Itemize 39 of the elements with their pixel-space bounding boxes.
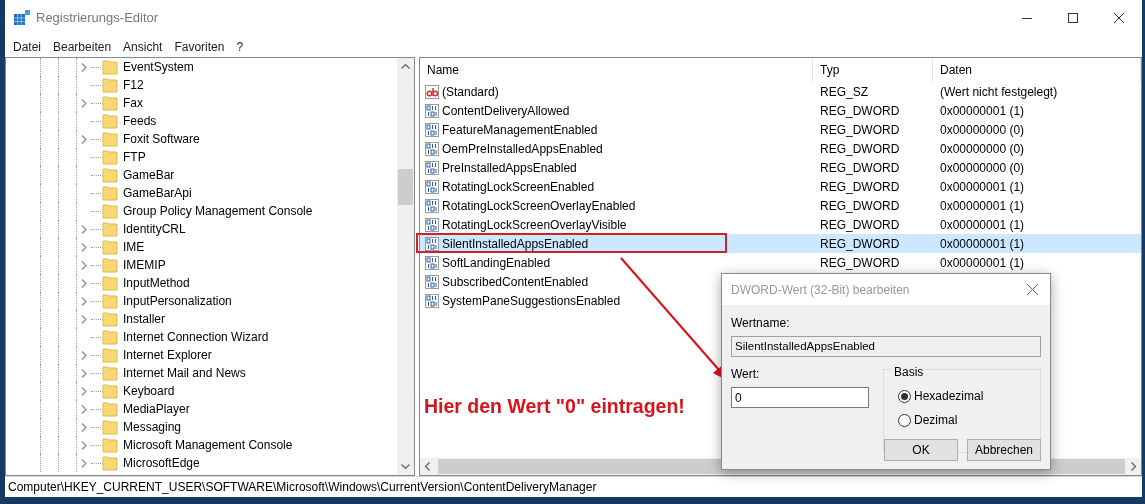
dialog-title: DWORD-Wert (32-Bit) bearbeiten [731, 281, 910, 299]
value-data: 0x00000001 (1) [940, 236, 1025, 251]
value-type: REG_DWORD [820, 103, 900, 118]
value-name: PreInstalledAppsEnabled [442, 159, 577, 177]
value-data: 0x00000001 (1) [940, 103, 1025, 118]
annotation-text: Hier den Wert "0" eintragen! [424, 394, 685, 419]
value-name: RotatingLockScreenOverlayVisible [442, 216, 627, 234]
value-type: REG_DWORD [820, 179, 900, 194]
value-name: OemPreInstalledAppsEnabled [442, 140, 603, 158]
value-type: REG_DWORD [820, 122, 900, 137]
value-type: REG_SZ [820, 84, 868, 99]
value-data: 0x00000000 (0) [940, 160, 1025, 175]
value-name: (Standard) [442, 83, 499, 101]
value-name: SoftLandingEnabled [442, 254, 551, 272]
value-data: 0x00000000 (0) [940, 141, 1025, 156]
value-data: 0x00000001 (1) [940, 217, 1025, 232]
field-label: Wert: [731, 366, 761, 383]
value-data: 0x00000001 (1) [940, 255, 1025, 270]
value-name-field: SilentInstalledAppsEnabled [731, 336, 1041, 357]
value-type: REG_DWORD [820, 198, 900, 213]
value-data: 0x00000001 (1) [940, 198, 1025, 213]
value-data: (Wert nicht festgelegt) [940, 84, 1058, 99]
value-type: REG_DWORD [820, 217, 900, 232]
value-name: RotatingLockScreenOverlayEnabled [442, 197, 636, 215]
value-type: REG_DWORD [820, 236, 900, 251]
value-name: RotatingLockScreenEnabled [442, 178, 595, 196]
value-type: REG_DWORD [820, 160, 900, 175]
value-name: ContentDeliveryAllowed [442, 102, 570, 120]
value-name: SubscribedContentEnabled [442, 273, 589, 291]
value-type: REG_DWORD [820, 141, 900, 156]
value-data: 0x00000001 (1) [940, 179, 1025, 194]
field-label: Wertname: [731, 315, 791, 332]
value-name: SilentInstalledAppsEnabled [442, 235, 589, 253]
value-name: FeatureManagementEnabled [442, 121, 598, 139]
status-bar-path: Computer\HKEY_CURRENT_USER\SOFTWARE\Microsoft\Windows\CurrentVersion\ContentDeliveryManager [8, 479, 597, 496]
value-data: 0x00000000 (0) [940, 122, 1025, 137]
value-type: REG_DWORD [820, 255, 900, 270]
value-name: SystemPaneSuggestionsEnabled [442, 292, 621, 310]
window-title: Registrierungs-Editor [36, 9, 159, 28]
